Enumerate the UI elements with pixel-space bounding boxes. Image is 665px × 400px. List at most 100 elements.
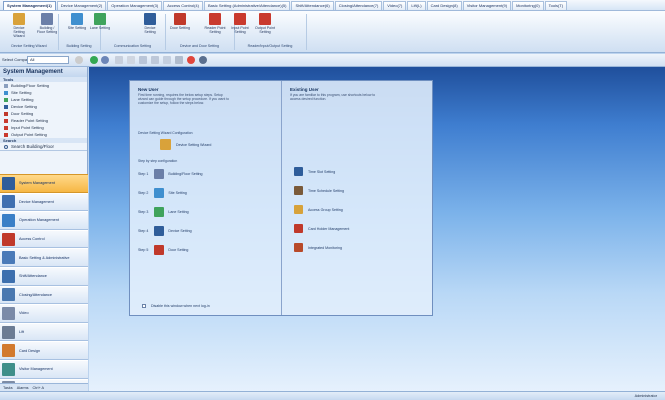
ribbon-button[interactable]: Reader Point Setting	[204, 13, 226, 34]
search-icon[interactable]	[199, 56, 207, 64]
ribbon-button[interactable]: Device Setting Wizard	[8, 13, 30, 38]
shortcut-label: Time Slot Setting	[308, 169, 336, 174]
module-icon	[2, 325, 15, 339]
module-3[interactable]: Operation Management	[0, 211, 88, 230]
module-label: System Management	[19, 181, 55, 186]
step-icon	[154, 245, 165, 255]
module-5[interactable]: Basic Setting & Administrative	[0, 248, 88, 267]
shortcut-item[interactable]: Time Slot Setting	[294, 167, 335, 176]
select-company-dropdown[interactable]: All	[27, 56, 69, 64]
step-number: Step 1	[138, 172, 149, 176]
module-11[interactable]: Visitor Management	[0, 359, 88, 379]
cut-icon[interactable]	[139, 56, 147, 64]
step-number: Step 3	[138, 210, 149, 214]
step-item[interactable]: Step 4 Device Setting	[138, 226, 192, 236]
shortcut-icon	[294, 186, 303, 195]
paste-icon[interactable]	[151, 56, 159, 64]
menu-tab[interactable]: Lift(L)	[407, 1, 426, 10]
module-2[interactable]: Device Management	[0, 192, 88, 212]
step-item[interactable]: Step 3 Lane Setting	[138, 207, 189, 217]
sidebar-tool-item[interactable]: Building/Floor Setting	[0, 82, 87, 89]
ribbon-button[interactable]: Device Setting	[139, 13, 161, 34]
menu-tab[interactable]: Card Design(8)	[426, 1, 462, 10]
menu-tab[interactable]: Closing/Attendance(7)	[334, 1, 383, 10]
module-9[interactable]: Lift	[0, 322, 88, 342]
ribbon-button-label: Lane Setting	[89, 26, 111, 30]
module-1[interactable]: System Management	[0, 174, 88, 193]
ribbon-group-label: Building Setting	[66, 44, 92, 48]
menu-tab[interactable]: Shift/Attendance(6)	[291, 1, 334, 10]
reader-icon	[209, 13, 221, 25]
magnifier-icon	[4, 144, 8, 149]
menu-tab[interactable]: Basic Setting (Administrative/Attendance…	[203, 1, 291, 10]
delete-icon[interactable]	[187, 56, 195, 64]
device-setting-wizard-link[interactable]: Device Setting Wizard	[160, 139, 211, 150]
shortcut-item[interactable]: Integrated Monitoring	[294, 243, 342, 252]
existing-user-text: If you are familiar to this program, use…	[290, 93, 376, 101]
module-8[interactable]: Video	[0, 304, 88, 323]
search-building-floor[interactable]: Search Building/Floor	[0, 143, 87, 151]
refresh-icon[interactable]	[101, 56, 109, 64]
sidebar-tool-item[interactable]: Door Setting	[0, 110, 87, 117]
copy-icon[interactable]	[127, 56, 135, 64]
sidebar-tool-item[interactable]: Device Setting	[0, 103, 87, 110]
module-7[interactable]: Closing/Attendance	[0, 285, 88, 305]
sidebar-bottom-item[interactable]: Tasks	[3, 386, 13, 390]
ribbon-button[interactable]: Building / Floor Setting	[36, 13, 58, 34]
module-icon	[2, 176, 15, 190]
shortcut-icon	[294, 243, 303, 252]
module-icon	[2, 362, 15, 376]
ribbon-button[interactable]: Door Setting	[169, 13, 191, 30]
ribbon-button[interactable]: Input Point Setting	[229, 13, 251, 34]
disable-window-option[interactable]: Disable this window when next log-in	[142, 304, 210, 308]
sidebar-tool-item[interactable]: Output Point Setting	[0, 131, 87, 138]
new-user-column: New User First time running, requires th…	[130, 81, 282, 315]
sidebar-tool-item[interactable]: Site Setting	[0, 89, 87, 96]
module-icon	[2, 306, 15, 320]
app-window: System Management(1) Device Management(2)…	[0, 0, 665, 400]
sidebar-bottom-item[interactable]: Ctrl+ A	[33, 386, 45, 390]
sidebar-tool-item[interactable]: Reader Point Setting	[0, 117, 87, 124]
sidebar-tool-item[interactable]: Input Point Setting	[0, 124, 87, 131]
tool-icon	[4, 118, 8, 123]
module-10[interactable]: Card Design	[0, 341, 88, 360]
ribbon-button[interactable]: Lane Setting	[89, 13, 111, 30]
menu-tab[interactable]: System Management(1)	[3, 1, 56, 10]
step-item[interactable]: Step 2 Site Setting	[138, 188, 187, 198]
ribbon-button[interactable]: Site Setting	[66, 13, 88, 30]
shortcut-item[interactable]: Card Holder Management	[294, 224, 349, 233]
menu-tab[interactable]: Monitoring(0)	[512, 1, 544, 10]
disable-checkbox[interactable]	[142, 304, 146, 308]
menu-tab[interactable]: Visitor Management(9)	[462, 1, 512, 10]
sidebar-bottom-item[interactable]: Alarms	[17, 386, 29, 390]
menu-tab[interactable]: Device Management(2)	[56, 1, 107, 10]
module-4[interactable]: Access Control	[0, 229, 88, 249]
shortcut-item[interactable]: Access Group Setting	[294, 205, 343, 214]
step-item[interactable]: Step 1 Building/Floor Setting	[138, 169, 203, 179]
menu-tab[interactable]: Tools(T)	[544, 1, 568, 10]
shortcut-item[interactable]: Time Schedule Setting	[294, 186, 344, 195]
tool-icon	[4, 83, 8, 88]
tool-label: Door Setting	[11, 111, 34, 116]
shortcut-icon	[294, 205, 303, 214]
print-icon[interactable]	[163, 56, 171, 64]
module-label: Video	[19, 311, 29, 316]
ribbon-group-label: Device Setting Wizard	[11, 44, 47, 48]
edit-icon[interactable]	[115, 56, 123, 64]
menu-tab[interactable]: Video(7)	[383, 1, 407, 10]
module-icon	[2, 251, 15, 265]
ribbon-button-label: Door Setting	[170, 26, 190, 30]
menu-tab[interactable]: Operation Management(3)	[107, 1, 163, 10]
module-6[interactable]: Shift/Attendance	[0, 266, 88, 286]
input-icon	[234, 13, 246, 25]
ribbon-button[interactable]: Output Point Setting	[254, 13, 276, 34]
save-icon[interactable]	[175, 56, 183, 64]
menu-tab[interactable]: Access Control(4)	[163, 1, 203, 10]
status-bar: Administrator	[0, 391, 665, 400]
sidebar-tool-item[interactable]: Lane Setting	[0, 96, 87, 103]
tool-icon	[4, 125, 8, 130]
step-item[interactable]: Step 5 Door Setting	[138, 245, 188, 255]
step-icon	[154, 226, 165, 236]
module-label: Lift	[19, 330, 25, 335]
go-icon[interactable]	[90, 56, 98, 64]
